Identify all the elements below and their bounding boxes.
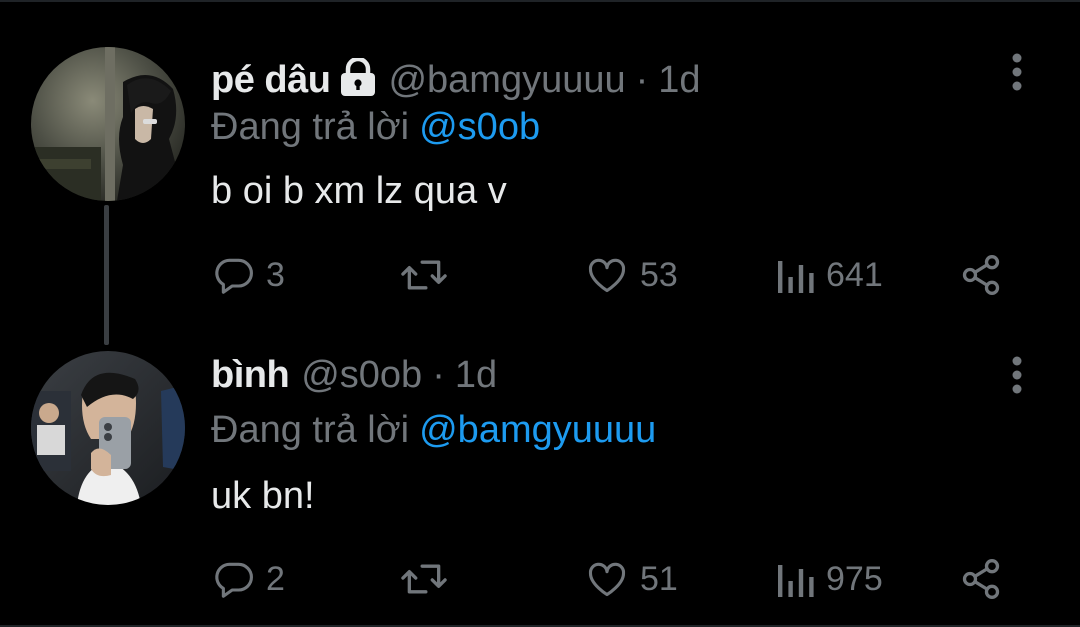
views-count: 641: [826, 255, 883, 294]
mention-link[interactable]: @s0ob: [419, 106, 540, 148]
more-vertical-icon[interactable]: [1006, 355, 1028, 399]
replying-to: Đang trả lời @bamgyuuuu: [211, 409, 656, 452]
tweet-actions: 2 51 975: [0, 554, 1080, 604]
reply-count: 2: [266, 559, 285, 598]
share-icon: [962, 559, 1000, 599]
views-button[interactable]: 975: [776, 554, 883, 604]
retweet-icon: [401, 564, 447, 594]
retweet-button[interactable]: [398, 554, 460, 604]
heart-icon: [588, 562, 626, 597]
share-icon: [962, 255, 1000, 295]
user-handle[interactable]: @bamgyuuuu: [388, 59, 625, 102]
like-button[interactable]: 51: [584, 554, 678, 604]
retweet-button[interactable]: [398, 250, 460, 300]
tweet-text: uk bn!: [211, 475, 315, 517]
reply-icon: [215, 258, 253, 294]
views-icon: [778, 565, 814, 597]
tweet-actions: 3 53 641: [0, 250, 1080, 300]
replying-to-label: Đang trả lời: [211, 106, 410, 148]
retweet-icon: [401, 260, 447, 290]
replying-to-label: Đang trả lời: [211, 409, 410, 451]
reply-button[interactable]: 2: [212, 554, 285, 604]
share-button[interactable]: [958, 250, 1004, 300]
share-button[interactable]: [958, 554, 1004, 604]
more-vertical-icon[interactable]: [1006, 52, 1028, 96]
lock-icon: [338, 56, 378, 96]
tweet-header: bình @s0ob · 1d: [211, 354, 497, 397]
views-button[interactable]: 641: [776, 250, 883, 300]
user-handle[interactable]: @s0ob: [301, 354, 422, 397]
like-count: 53: [640, 255, 678, 294]
separator-dot: ·: [635, 59, 649, 101]
like-count: 51: [640, 559, 678, 598]
reply-button[interactable]: 3: [212, 250, 285, 300]
reply-icon: [215, 562, 253, 598]
separator-dot: ·: [432, 354, 445, 396]
views-icon: [778, 261, 814, 293]
like-button[interactable]: 53: [584, 250, 678, 300]
reply-thread: pé dâu @bamgyuuuu · 1d Đang trả lời @s0o…: [0, 0, 1080, 627]
heart-icon: [588, 258, 626, 293]
display-name[interactable]: bình: [211, 354, 290, 397]
display-name[interactable]: pé dâu: [211, 59, 331, 102]
tweet-header: pé dâu @bamgyuuuu · 1d: [211, 54, 701, 102]
avatar[interactable]: [31, 47, 185, 201]
views-count: 975: [826, 559, 883, 598]
timestamp[interactable]: 1d: [658, 59, 700, 102]
reply-count: 3: [266, 255, 285, 294]
replying-to: Đang trả lời @s0ob: [211, 106, 540, 149]
avatar[interactable]: [31, 351, 185, 505]
tweet-text: b oi b xm lz qua v: [211, 170, 507, 212]
timestamp[interactable]: 1d: [455, 354, 497, 397]
mention-link[interactable]: @bamgyuuuu: [419, 409, 656, 451]
